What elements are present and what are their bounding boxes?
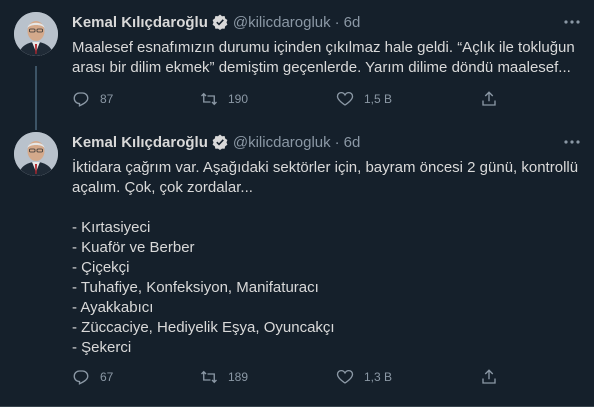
like-icon: [336, 369, 354, 384]
reply-count: 67: [100, 370, 114, 384]
separator-dot: ·: [334, 133, 340, 151]
tweet-text: Maalesef esnafımızın durumu içinden çıkı…: [72, 39, 575, 76]
tweet-actions: 87 190 1,5 B: [72, 89, 582, 109]
retweet-count: 190: [228, 92, 249, 106]
separator-dot: ·: [334, 13, 340, 31]
verified-badge-icon: [212, 134, 228, 150]
retweet-icon: [201, 370, 217, 384]
tweet[interactable]: Kemal Kılıçdaroğlu @kilicdarogluk · 6d M…: [0, 0, 594, 130]
tweet-text: İktidara çağrım var. Aşağıdaki sektörler…: [72, 159, 579, 356]
tweet-header: Kemal Kılıçdaroğlu @kilicdarogluk · 6d: [72, 12, 582, 32]
timestamp[interactable]: 6d: [344, 14, 361, 31]
reply-icon: [73, 370, 89, 385]
retweet-button[interactable]: 190: [200, 89, 248, 109]
author-name[interactable]: Kemal Kılıçdaroğlu: [72, 134, 208, 151]
share-icon: [482, 369, 496, 384]
tweet-header: Kemal Kılıçdaroğlu @kilicdarogluk · 6d: [72, 132, 582, 152]
retweet-icon: [201, 92, 217, 106]
retweet-count: 189: [228, 370, 249, 384]
reply-button[interactable]: 87: [72, 89, 113, 109]
more-options-icon[interactable]: [562, 132, 582, 152]
avatar[interactable]: [14, 132, 58, 176]
like-button[interactable]: 1,3 B: [336, 367, 392, 387]
retweet-button[interactable]: 189: [200, 367, 248, 387]
share-icon: [482, 91, 496, 106]
like-count: 1,5 B: [364, 92, 393, 106]
reply-count: 87: [100, 92, 114, 106]
like-icon: [336, 91, 354, 106]
verified-badge-icon: [212, 14, 228, 30]
tweet[interactable]: Kemal Kılıçdaroğlu @kilicdarogluk · 6d İ…: [0, 122, 594, 407]
more-options-icon[interactable]: [562, 12, 582, 32]
timestamp[interactable]: 6d: [344, 134, 361, 151]
share-button[interactable]: [480, 89, 508, 109]
thread-line: [35, 66, 37, 130]
like-button[interactable]: 1,5 B: [336, 89, 392, 109]
author-handle[interactable]: @kilicdarogluk: [233, 134, 331, 151]
author-handle[interactable]: @kilicdarogluk: [233, 14, 331, 31]
share-button[interactable]: [480, 367, 508, 387]
reply-icon: [73, 92, 89, 107]
author-name[interactable]: Kemal Kılıçdaroğlu: [72, 14, 208, 31]
reply-button[interactable]: 67: [72, 367, 113, 387]
tweet-actions: 67 189 1,3 B: [72, 367, 582, 387]
like-count: 1,3 B: [364, 370, 393, 384]
avatar[interactable]: [14, 12, 58, 56]
